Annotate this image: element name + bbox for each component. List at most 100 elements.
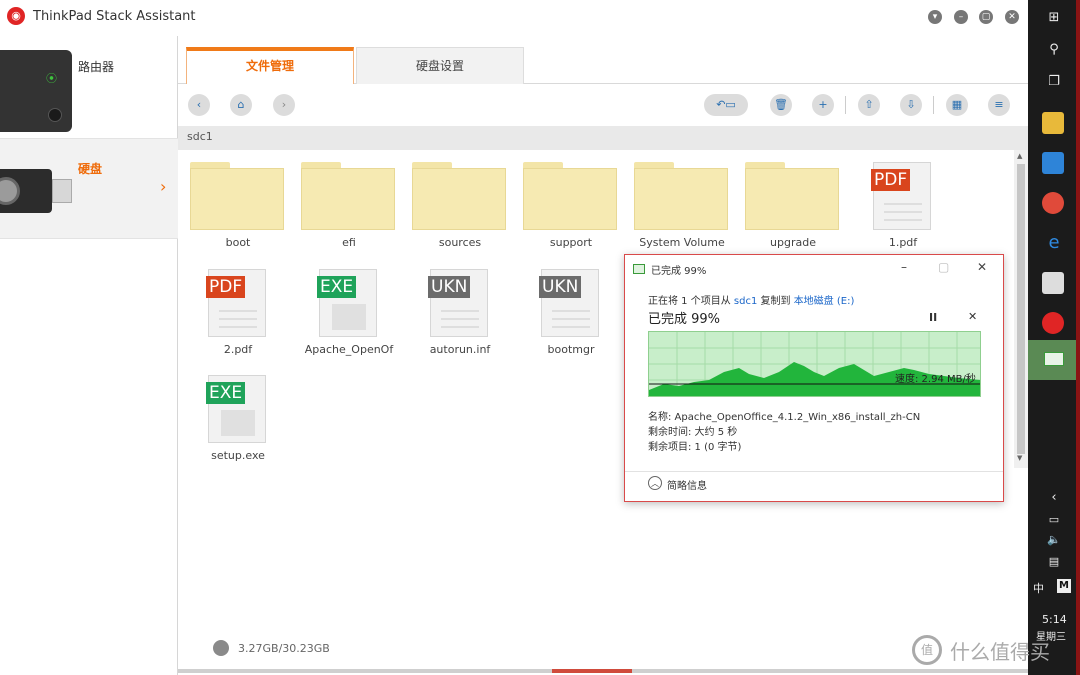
- file-explorer-icon[interactable]: [1042, 112, 1064, 134]
- copy-task-icon: [1044, 352, 1064, 366]
- desktop-edge: [1076, 0, 1080, 675]
- speed-readout: 速度: 2.94 MB/秒: [895, 374, 976, 385]
- scroll-up-icon[interactable]: ▲: [1017, 152, 1022, 160]
- file-name: efi: [342, 236, 356, 249]
- unknown-file-icon: UKN: [428, 269, 488, 337]
- pdf-file-icon: PDF: [871, 162, 931, 230]
- watermark-logo-icon: 值: [912, 635, 942, 665]
- chevron-left-icon[interactable]: ‹: [1040, 490, 1068, 505]
- ime-indicator[interactable]: 中: [1033, 580, 1044, 596]
- folder-item[interactable]: support: [511, 150, 621, 250]
- tab-bar: 文件管理 硬盘设置: [178, 36, 1028, 84]
- file-name: System Volume: [639, 236, 725, 249]
- sort-icon[interactable]: ≡: [988, 94, 1010, 116]
- share-icon[interactable]: ↶▭: [704, 94, 748, 116]
- download-icon[interactable]: ⇩: [900, 94, 922, 116]
- file-name: bootmgr: [547, 343, 595, 356]
- windows-taskbar: ⊞ ⚲ ❐ e ‹ ▭ 🔈 ▤ 中 M 5:14 星期三: [1028, 0, 1080, 675]
- progress-text: 已完成 99%: [648, 312, 721, 327]
- home-icon[interactable]: ⌂: [230, 94, 252, 116]
- menu-dropdown-icon[interactable]: ▾: [928, 10, 942, 24]
- folder-icon: [745, 162, 839, 230]
- exe-file-icon: EXE: [317, 269, 377, 337]
- chevron-up-icon[interactable]: ︿: [648, 476, 662, 490]
- file-item[interactable]: EXE Apache_OpenOf: [289, 257, 399, 357]
- battery-icon[interactable]: ▭: [1040, 513, 1068, 526]
- start-icon[interactable]: ⊞: [1040, 10, 1068, 25]
- vertical-scrollbar[interactable]: ▲ ▼: [1014, 150, 1028, 468]
- desc-prefix: 正在将 1 个项目从: [648, 296, 734, 307]
- items-remaining: 剩余项目: 1 (0 字节): [648, 442, 742, 453]
- pause-button[interactable]: II: [929, 311, 937, 324]
- file-type-badge: UKN: [428, 276, 471, 298]
- sidebar-item-router[interactable]: ⦿ 路由器: [0, 36, 178, 139]
- minimize-button[interactable]: –: [954, 10, 968, 24]
- upload-icon[interactable]: ⇧: [858, 94, 880, 116]
- thinkpad-stack-icon[interactable]: [1042, 312, 1064, 334]
- edge-icon[interactable]: e: [1040, 232, 1068, 253]
- device-sidebar: ⦿ 路由器 硬盘 ›: [0, 36, 178, 675]
- delete-icon[interactable]: 🗑: [770, 94, 792, 116]
- bottom-accent-bar: [552, 669, 632, 673]
- time-remaining: 剩余时间: 大约 5 秒: [648, 427, 738, 438]
- file-item[interactable]: UKN autorun.inf: [400, 257, 510, 357]
- dialog-title: 已完成 99%: [651, 266, 707, 277]
- sidebar-item-label: 硬盘: [78, 162, 103, 176]
- close-button[interactable]: ✕: [977, 260, 987, 274]
- clock-time[interactable]: 5:14: [1042, 613, 1067, 626]
- app-title: ThinkPad Stack Assistant: [33, 9, 196, 24]
- scrollbar-thumb[interactable]: [1017, 164, 1025, 454]
- close-button[interactable]: ✕: [1005, 10, 1019, 24]
- minimize-button[interactable]: –: [901, 260, 907, 274]
- tab-disk-settings[interactable]: 硬盘设置: [356, 47, 524, 84]
- file-item[interactable]: UKN bootmgr: [511, 257, 621, 357]
- destination-link[interactable]: 本地磁盘 (E:): [794, 296, 855, 307]
- toolbar: ‹ ⌂ › ↶▭ 🗑 + ⇧ ⇩ ▦ ≡: [178, 84, 1028, 126]
- chrome-icon[interactable]: [1042, 192, 1064, 214]
- source-link[interactable]: sdc1: [734, 296, 757, 307]
- copy-description: 正在将 1 个项目从 sdc1 复制到 本地磁盘 (E:): [648, 292, 854, 307]
- photos-icon[interactable]: [1042, 272, 1064, 294]
- copy-progress-dialog: 已完成 99% – ▢ ✕ 正在将 1 个项目从 sdc1 复制到 本地磁盘 (…: [624, 254, 1004, 502]
- folder-icon: [412, 162, 506, 230]
- router-device-icon: ⦿: [0, 50, 72, 132]
- notification-icon[interactable]: ▤: [1040, 555, 1068, 568]
- grid-view-icon[interactable]: ▦: [946, 94, 968, 116]
- scroll-down-icon[interactable]: ▼: [1017, 454, 1022, 462]
- file-name: sources: [438, 236, 482, 249]
- file-type-badge: UKN: [539, 276, 582, 298]
- file-item[interactable]: EXE setup.exe: [178, 363, 288, 463]
- file-name: upgrade: [770, 236, 816, 249]
- file-name: setup.exe: [211, 449, 265, 462]
- volume-icon[interactable]: 🔈: [1040, 533, 1068, 546]
- file-item[interactable]: PDF 1.pdf: [843, 150, 953, 250]
- breadcrumb-path[interactable]: sdc1: [187, 130, 213, 143]
- storage-pie-icon: [213, 640, 229, 656]
- task-view-icon[interactable]: ❐: [1040, 74, 1068, 89]
- stop-button[interactable]: ✕: [968, 310, 977, 323]
- exe-file-icon: EXE: [206, 375, 266, 443]
- new-folder-icon[interactable]: +: [812, 94, 834, 116]
- app-logo-icon: ◉: [7, 7, 25, 25]
- active-task-highlight[interactable]: [1028, 340, 1080, 380]
- sidebar-item-disk[interactable]: 硬盘 ›: [0, 139, 178, 239]
- file-name: autorun.inf: [429, 343, 491, 356]
- maximize-button[interactable]: ▢: [979, 10, 993, 24]
- dialog-divider: [625, 471, 1003, 472]
- back-icon[interactable]: ‹: [188, 94, 210, 116]
- folder-item[interactable]: boot: [178, 150, 288, 250]
- folder-item[interactable]: System Volume: [622, 150, 732, 250]
- tab-file-manager[interactable]: 文件管理: [186, 47, 354, 84]
- folder-item[interactable]: efi: [289, 150, 399, 250]
- folder-item[interactable]: upgrade: [733, 150, 843, 250]
- file-type-badge: PDF: [206, 276, 246, 298]
- forward-icon[interactable]: ›: [273, 94, 295, 116]
- less-details-toggle[interactable]: 简略信息: [667, 477, 707, 492]
- ime-mode-indicator[interactable]: M: [1057, 579, 1071, 593]
- chevron-right-icon: ›: [160, 177, 167, 196]
- app-icon[interactable]: [1042, 152, 1064, 174]
- folder-item[interactable]: sources: [400, 150, 510, 250]
- search-icon[interactable]: ⚲: [1040, 42, 1068, 57]
- toolbar-divider: [845, 96, 846, 114]
- file-item[interactable]: PDF 2.pdf: [178, 257, 288, 357]
